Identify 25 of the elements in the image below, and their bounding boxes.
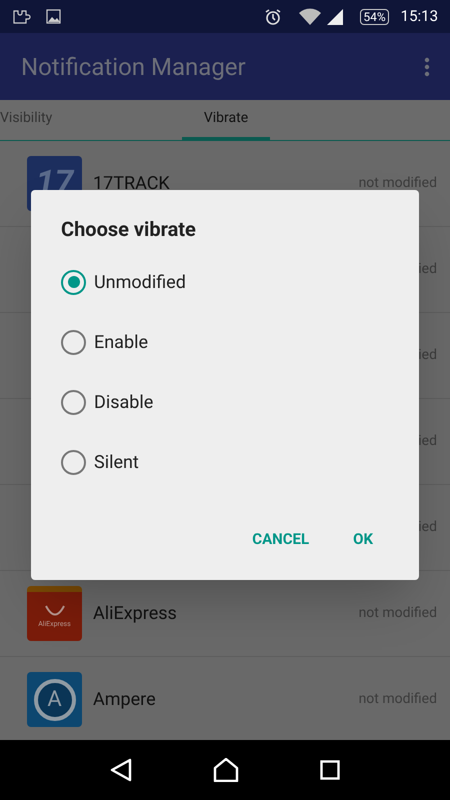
app-title: Notification Manager [21,52,247,82]
more-options-icon[interactable] [424,56,430,76]
radio-button[interactable] [61,450,86,474]
option-label[interactable]: Disable [94,388,154,416]
battery-indicator: 54% [360,8,389,24]
signal-icon [326,8,344,26]
option-label[interactable]: Enable [94,328,148,356]
clock-time: 15:13 [400,6,438,28]
home-icon[interactable] [212,758,239,782]
tab[interactable]: Vibrate [182,100,270,140]
back-icon[interactable] [110,758,132,782]
app-name: 17TRACK [93,172,170,196]
recent-apps-icon[interactable] [320,760,340,780]
app-name: AliExpress [93,602,177,626]
option-label[interactable]: Silent [94,448,139,476]
dialog-title: Choose vibrate [61,216,197,243]
wifi-icon [298,8,322,26]
app-logo: A [27,672,82,727]
radio-button[interactable] [61,270,86,294]
radio-button[interactable] [61,390,86,414]
alarm-icon [264,8,282,26]
app-name: Ampere [93,688,156,712]
image-icon [46,9,61,24]
radio-button[interactable] [61,330,86,354]
option-label[interactable]: Unmodified [94,268,186,296]
